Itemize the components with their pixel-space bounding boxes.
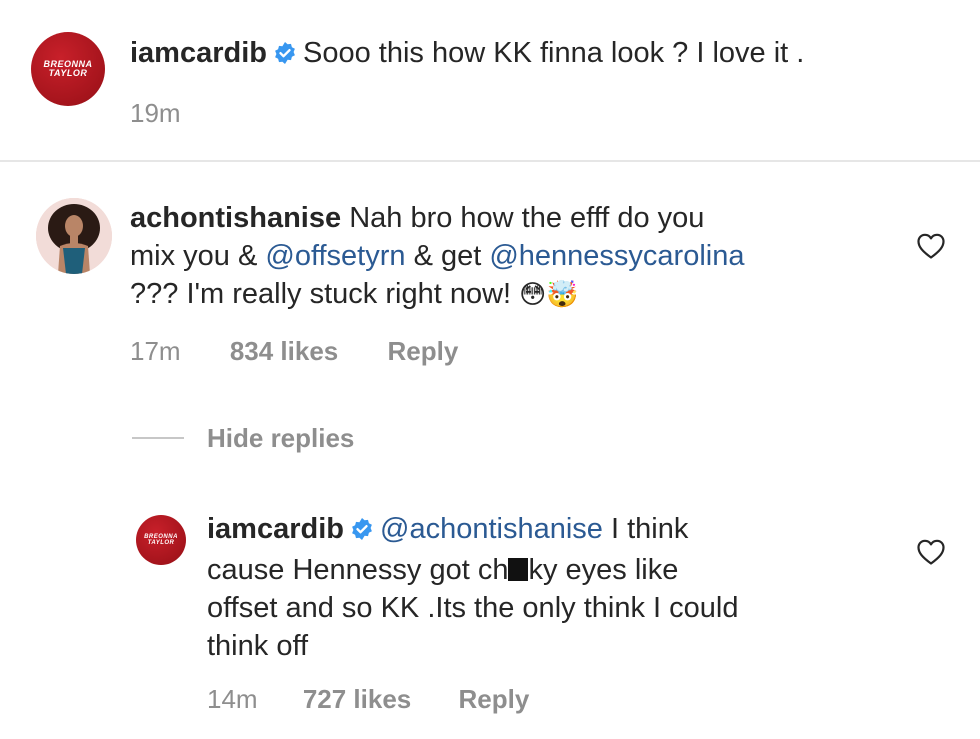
- reply-line: think off: [207, 630, 309, 662]
- likes-count[interactable]: 727 likes: [303, 684, 411, 714]
- hide-replies-button[interactable]: Hide replies: [207, 423, 354, 454]
- comment-text: achontishanise Nah bro how the efff do y…: [130, 199, 744, 313]
- comment-username[interactable]: achontishanise: [130, 202, 341, 234]
- comment-meta: 17m 834 likes Reply: [130, 336, 458, 367]
- reply-line: cause Hennessy got ch: [207, 554, 509, 586]
- post-username[interactable]: iamcardib: [130, 37, 267, 69]
- likes-count[interactable]: 834 likes: [230, 336, 338, 366]
- reply-line: ky eyes like: [528, 554, 679, 586]
- replies-divider-line: [132, 437, 184, 439]
- heart-outline-icon: [917, 233, 945, 259]
- verified-badge-icon: [273, 37, 297, 75]
- reply-time: 14m: [207, 684, 258, 714]
- comment-time: 17m: [130, 336, 181, 366]
- comment-line: Nah bro how the efff do you: [349, 202, 705, 234]
- like-button[interactable]: [916, 538, 946, 571]
- mention-link[interactable]: @hennessycarolina: [489, 240, 744, 272]
- reply-button[interactable]: Reply: [458, 684, 529, 714]
- reply-username[interactable]: iamcardib: [207, 513, 344, 545]
- reply-avatar[interactable]: BREONNA TAYLOR: [136, 515, 186, 565]
- reply-button[interactable]: Reply: [387, 336, 458, 366]
- mention-link[interactable]: @achontishanise: [380, 513, 603, 545]
- mention-link[interactable]: @offsetyrn: [265, 240, 405, 272]
- comment-line: ??? I'm really stuck right now!: [130, 278, 512, 310]
- reply-meta: 14m 727 likes Reply: [207, 684, 529, 715]
- post-caption: iamcardib Sooo this how KK finna look ? I…: [130, 34, 804, 75]
- comment-line: mix you &: [130, 240, 266, 272]
- person-photo-icon: [36, 198, 112, 274]
- divider: [0, 160, 980, 162]
- avatar-text: TAYLOR: [48, 68, 88, 78]
- reply-line: offset and so KK .Its the only think I c…: [207, 592, 739, 624]
- reply-line: I think: [602, 513, 689, 545]
- reply-text: iamcardib @achontishanise I think cause H…: [207, 510, 738, 665]
- post-caption-text: Sooo this how KK finna look ? I love it …: [303, 37, 805, 69]
- comment-line: & get: [405, 240, 490, 272]
- avatar-text: TAYLOR: [147, 540, 175, 546]
- heart-outline-icon: [917, 539, 945, 565]
- emoji: 😳🤯: [519, 279, 579, 309]
- verified-badge-icon: [350, 513, 374, 551]
- redaction-block: [508, 558, 529, 581]
- commenter-avatar[interactable]: [36, 198, 112, 274]
- post-avatar[interactable]: BREONNA TAYLOR: [31, 32, 105, 106]
- like-button[interactable]: [916, 232, 946, 265]
- post-time: 19m: [130, 98, 181, 128]
